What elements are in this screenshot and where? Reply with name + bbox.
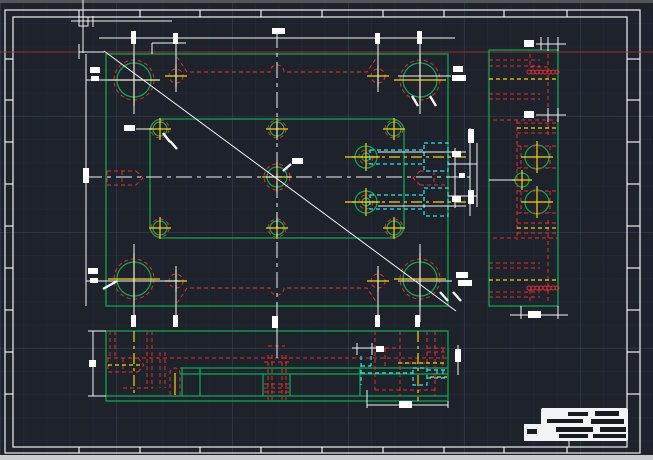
- dimension-text: [173, 33, 178, 44]
- dimension-text: [453, 66, 463, 72]
- dimension-text: [415, 315, 420, 327]
- dimension-text: [91, 76, 99, 81]
- dimension-text: [124, 125, 135, 131]
- title-block-text-bar: [547, 419, 583, 423]
- dimension-text: [131, 315, 136, 327]
- title-block-text-bar: [568, 412, 588, 416]
- title-block-logo-glyph: [527, 429, 537, 434]
- dimension-text: [173, 315, 178, 327]
- layer-hidden-lines-red: [106, 54, 560, 400]
- dimension-text-blocks: [83, 28, 541, 408]
- dimension-text: [131, 31, 136, 44]
- dimension-text: [376, 346, 384, 352]
- title-block-text-bar: [556, 427, 593, 432]
- dimension-text: [272, 28, 285, 34]
- dimension-text: [90, 67, 100, 73]
- dimension-text: [524, 40, 534, 47]
- dimension-text: [468, 190, 474, 204]
- title-block-text-bar: [559, 434, 588, 438]
- dimension-text: [375, 315, 380, 327]
- cad-viewport[interactable]: [0, 0, 653, 460]
- cad-drawing[interactable]: [0, 0, 653, 460]
- title-block-text-bar: [591, 419, 624, 424]
- title-block-text-bar: [593, 434, 626, 438]
- dimension-text: [455, 349, 461, 362]
- dimension-text: [272, 316, 278, 328]
- dimension-text: [83, 168, 89, 183]
- dimension-text: [417, 31, 422, 44]
- dimension-text: [399, 401, 412, 408]
- dimension-text: [528, 311, 541, 318]
- title-block-text-bar: [600, 427, 626, 432]
- dimension-text: [375, 33, 380, 44]
- dimension-text: [90, 278, 98, 283]
- layer-centerlines-yellow: [108, 54, 558, 401]
- drawing-layers: [71, 0, 570, 447]
- title-block: [524, 408, 628, 441]
- title-block-text-bar: [595, 411, 619, 416]
- dimension-text: [468, 129, 474, 143]
- window-bottom-edge: [0, 455, 653, 460]
- dimension-text: [452, 196, 461, 202]
- dimension-text: [456, 272, 468, 278]
- dimension-text: [459, 173, 465, 178]
- sheet-border: [4, 9, 641, 454]
- dimension-text: [88, 268, 98, 274]
- dimension-text: [452, 75, 466, 81]
- dimension-text: [89, 360, 96, 367]
- dimension-text: [458, 280, 472, 286]
- dimension-text: [452, 151, 461, 157]
- dimension-text: [524, 111, 534, 118]
- dimension-text: [292, 158, 303, 164]
